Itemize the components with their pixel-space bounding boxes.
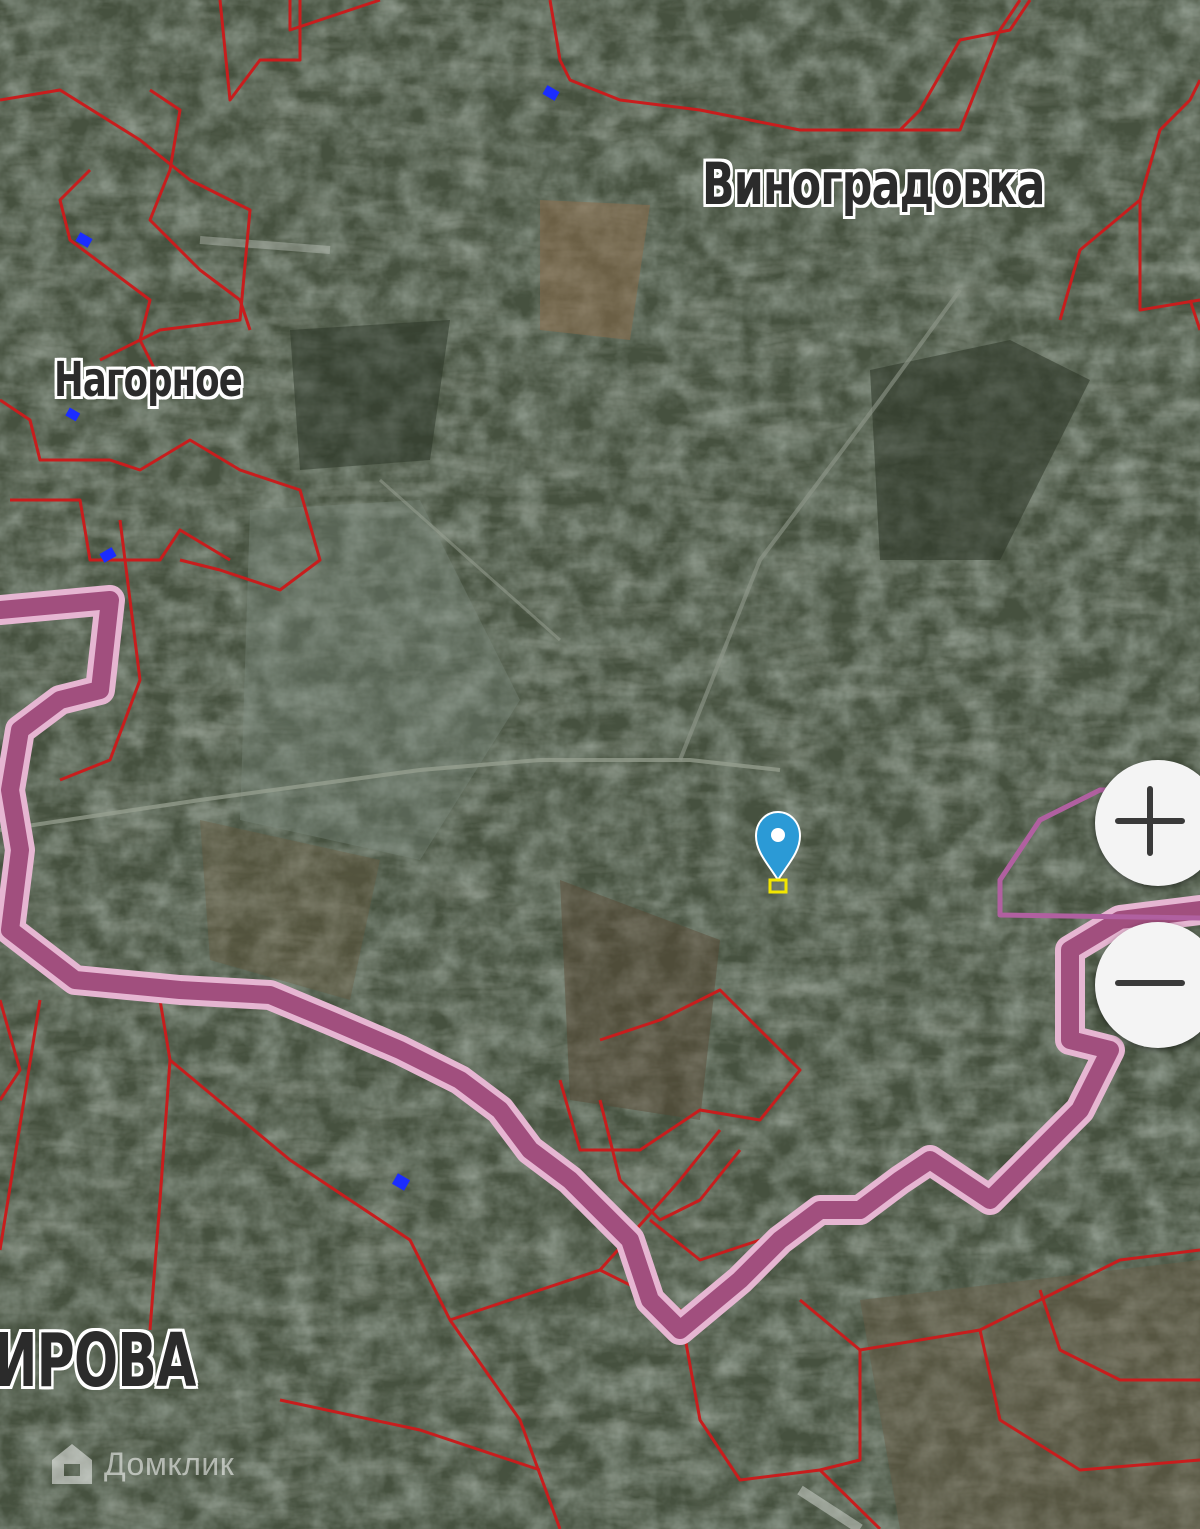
minus-icon	[1112, 945, 1188, 1025]
domclick-logo-icon	[52, 1444, 92, 1484]
place-label-nagornoe: Нагорное	[54, 352, 243, 408]
place-label-vinogradovka: Виноградовка	[702, 150, 1045, 218]
domclick-watermark: Домклик	[48, 1440, 234, 1488]
satellite-map[interactable]	[0, 0, 1200, 1529]
plus-icon	[1112, 783, 1188, 863]
satellite-imagery	[0, 0, 1200, 1529]
domclick-logo-text: Домклик	[104, 1445, 235, 1482]
place-label-kirova: ИРОВА	[0, 1318, 196, 1404]
